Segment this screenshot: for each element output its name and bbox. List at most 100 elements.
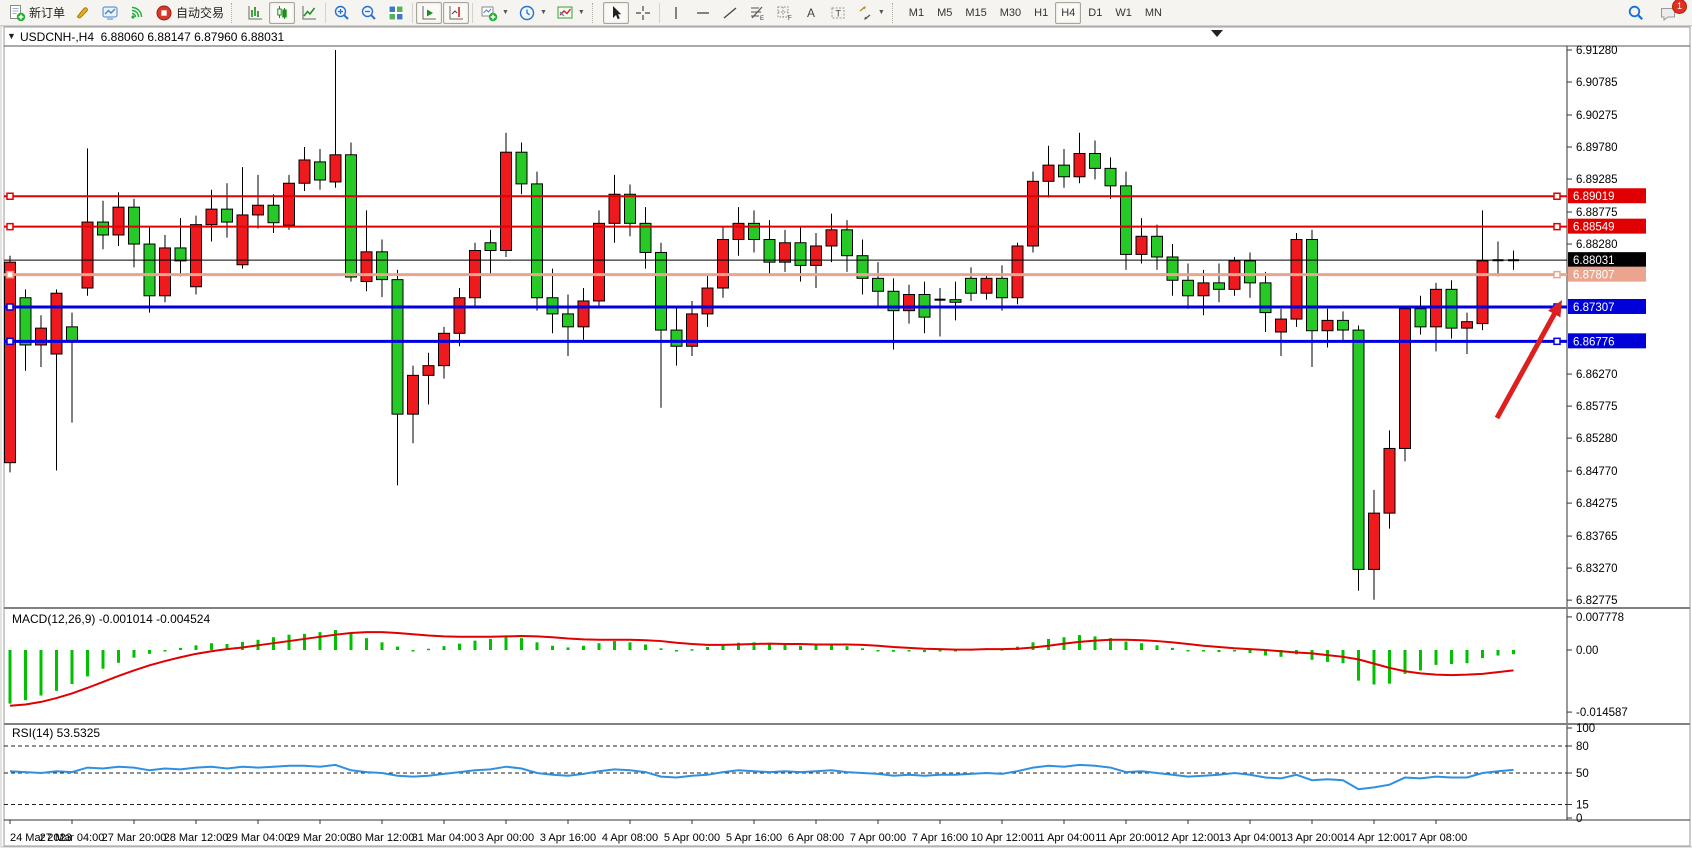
candle-body (826, 230, 837, 246)
candle-body (1307, 240, 1318, 331)
candle-body (454, 298, 465, 334)
timeframe-group: M1M5M15M30H1H4D1W1MN (903, 2, 1168, 24)
timeframe-M15[interactable]: M15 (959, 2, 992, 24)
dropdown-arrow-icon[interactable]: ▼ (578, 9, 585, 16)
timeframe-MN[interactable]: MN (1139, 2, 1168, 24)
toolbar-grip[interactable] (231, 3, 239, 23)
macd-bar (892, 650, 895, 652)
candle-body (1338, 320, 1349, 330)
candlestick-chart-button[interactable] (269, 2, 295, 24)
line-handle[interactable] (7, 272, 13, 278)
macd-bar (71, 650, 74, 684)
macd-bar (815, 645, 818, 650)
macd-bar (1047, 639, 1050, 650)
zoom-out-button[interactable] (356, 2, 382, 24)
search-button[interactable] (1623, 2, 1649, 24)
macd-bar (644, 644, 647, 650)
toolbar-grip[interactable] (592, 3, 600, 23)
crosshair-tool-button[interactable] (630, 2, 656, 24)
trendline-icon (721, 4, 739, 22)
styler-button[interactable] (70, 2, 96, 24)
candle-body (1214, 283, 1225, 289)
text-label-tool-button[interactable]: T (825, 2, 851, 24)
grid-tool-button[interactable]: F (771, 2, 797, 24)
chart-canvas[interactable]: 6.912806.907856.902756.897806.892856.887… (0, 0, 1692, 848)
auto-trading-button[interactable]: 自动交易 (151, 2, 228, 24)
macd-bar (923, 650, 926, 652)
candle-body (1276, 319, 1287, 332)
zoom-out-icon (360, 4, 378, 22)
rsi-tick-label: 100 (1576, 723, 1595, 735)
zoom-in-button[interactable] (329, 2, 355, 24)
candle-body (764, 240, 775, 263)
horizontal-line-tool-button[interactable] (690, 2, 716, 24)
dropdown-arrow-icon[interactable]: ▼ (502, 9, 509, 16)
cursor-icon (607, 4, 625, 22)
line-chart-button[interactable] (296, 2, 322, 24)
signals-button[interactable] (124, 2, 150, 24)
vertical-line-tool-button[interactable] (663, 2, 689, 24)
candle-body (268, 205, 279, 222)
candle-body (1028, 181, 1039, 246)
macd-bar (241, 642, 244, 650)
price-tick-label: 6.82775 (1576, 595, 1618, 607)
macd-bar (443, 646, 446, 650)
candle-body (191, 225, 202, 287)
line-handle[interactable] (1554, 224, 1560, 230)
timeframe-W1[interactable]: W1 (1109, 2, 1138, 24)
candle-body (997, 278, 1008, 297)
line-handle[interactable] (7, 193, 13, 199)
candle-body (346, 155, 357, 277)
date-tick-label: 27 Mar 20:00 (102, 832, 167, 844)
timeframe-D1[interactable]: D1 (1082, 2, 1108, 24)
new-order-button[interactable]: 新订单 (4, 2, 69, 24)
line-handle[interactable] (7, 338, 13, 344)
line-handle[interactable] (1554, 272, 1560, 278)
macd-bar (567, 647, 570, 650)
indicators-button[interactable]: ▼ (552, 2, 589, 24)
candle-body (656, 252, 667, 330)
macd-bar (350, 634, 353, 650)
notifications-button[interactable]: 1 (1655, 2, 1682, 24)
rsi-tick-label: 80 (1576, 741, 1589, 753)
new-chart-icon (480, 4, 498, 22)
timeframe-M30[interactable]: M30 (994, 2, 1027, 24)
dropdown-arrow-icon[interactable]: ▼ (540, 9, 547, 16)
dropdown-arrow-icon[interactable]: ▼ (878, 9, 885, 16)
macd-bar (1187, 650, 1190, 652)
candle-body (795, 243, 806, 266)
candle-body (206, 209, 217, 225)
line-handle[interactable] (1554, 338, 1560, 344)
timeframe-H4[interactable]: H4 (1055, 2, 1081, 24)
trendline-tool-button[interactable] (717, 2, 743, 24)
line-handle[interactable] (1554, 193, 1560, 199)
cursor-tool-button[interactable] (603, 2, 629, 24)
candle-body (253, 205, 264, 215)
auto-scroll-button[interactable] (416, 2, 442, 24)
price-tick-label: 6.83270 (1576, 563, 1618, 575)
candle-body (1400, 309, 1411, 449)
new-chart-button[interactable]: ▼ (476, 2, 513, 24)
arrows-tool-button[interactable]: ▼ (852, 2, 889, 24)
line-handle[interactable] (7, 224, 13, 230)
periods-button[interactable]: ▼ (514, 2, 551, 24)
chart-shift-button[interactable] (443, 2, 469, 24)
macd-bar (40, 650, 43, 696)
bar-chart-button[interactable] (242, 2, 268, 24)
candle-body (1059, 165, 1070, 177)
timeframe-H1[interactable]: H1 (1028, 2, 1054, 24)
candle-body (594, 223, 605, 301)
timeframe-M5[interactable]: M5 (931, 2, 958, 24)
timeframe-M1[interactable]: M1 (903, 2, 930, 24)
tile-windows-button[interactable] (383, 2, 409, 24)
macd-bar (505, 636, 508, 650)
market-watch-button[interactable] (97, 2, 123, 24)
candle-body (671, 330, 682, 346)
rsi-tick-label: 0 (1576, 813, 1582, 825)
candle-body (129, 207, 140, 244)
text-tool-button[interactable]: A (798, 2, 824, 24)
line-handle[interactable] (7, 304, 13, 310)
fibonacci-tool-button[interactable]: E (744, 2, 770, 24)
toolbar-grip[interactable] (892, 3, 900, 23)
macd-bar (24, 650, 27, 700)
